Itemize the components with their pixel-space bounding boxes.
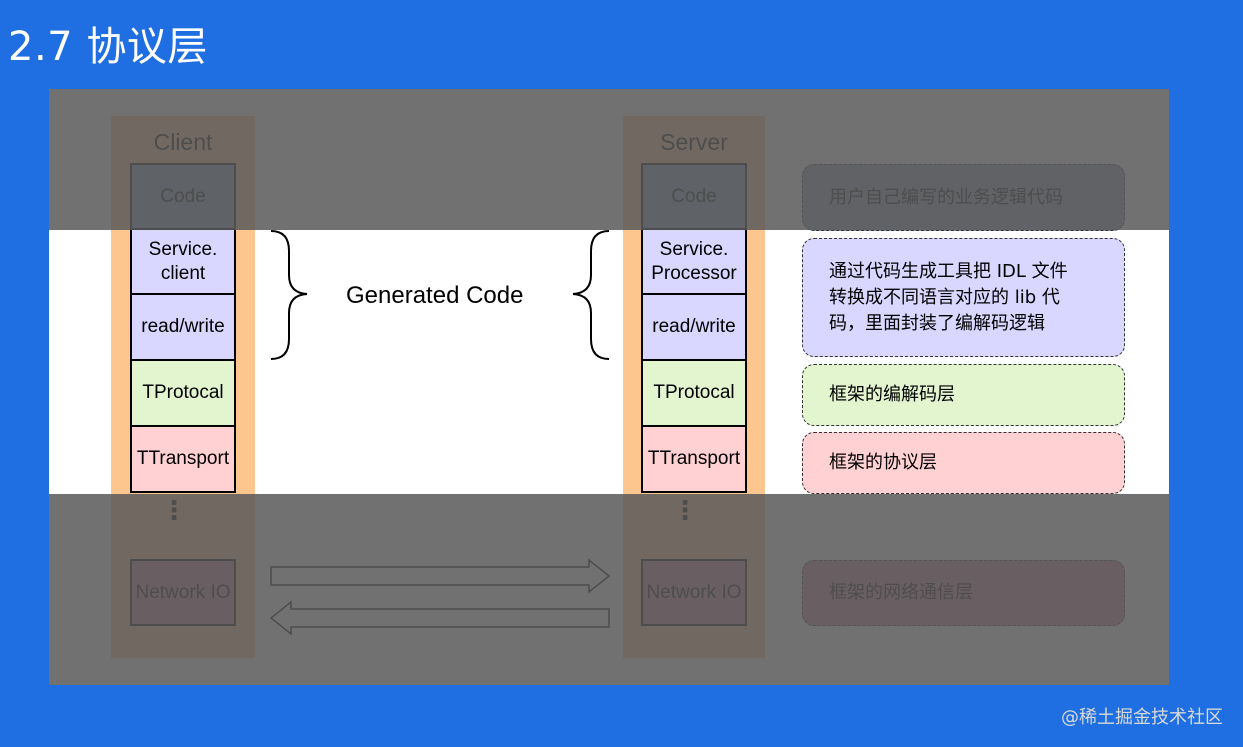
right-brace: [572, 230, 610, 360]
response-arrow: [269, 600, 610, 636]
diagram-canvas: Client Code Service. client read/write T…: [49, 89, 1169, 685]
request-arrow: [270, 558, 611, 594]
watermark: @稀土掘金技术社区: [1061, 707, 1223, 728]
connectors: [269, 230, 611, 636]
left-brace: [270, 230, 308, 360]
page-title: 2.7 协议层: [8, 24, 208, 70]
